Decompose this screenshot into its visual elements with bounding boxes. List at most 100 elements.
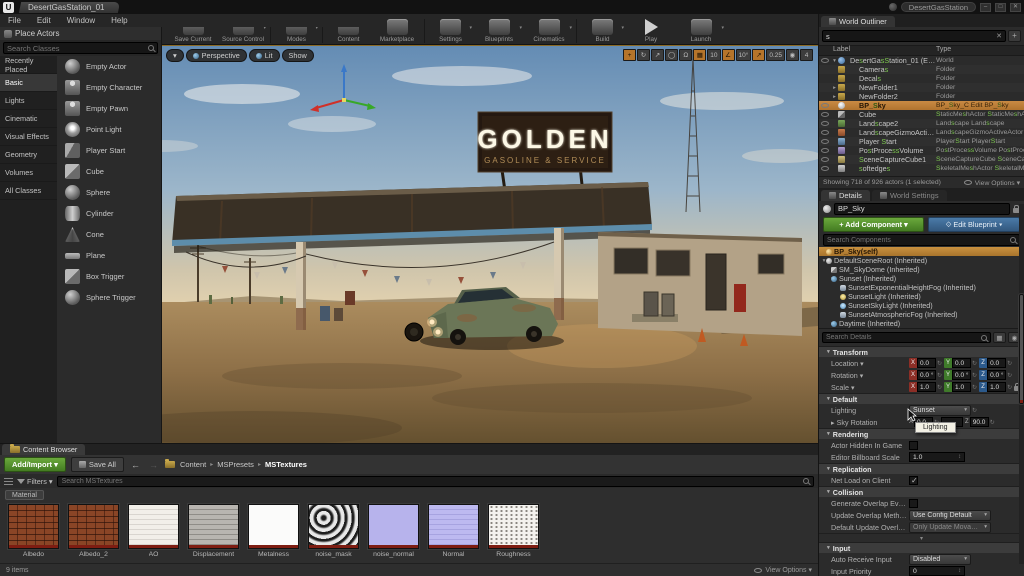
category-tab[interactable]: Volumes xyxy=(0,164,57,182)
asset-thumbnail[interactable] xyxy=(368,504,419,549)
snap-toolbar-button[interactable]: ↻ xyxy=(637,49,650,61)
billboard-scale-input[interactable]: 1.0↕ xyxy=(909,452,965,462)
component-row[interactable]: ▾ Sunset (Inherited) xyxy=(819,274,1024,283)
asset-thumbnail[interactable] xyxy=(8,504,59,549)
category-tab[interactable]: Lights xyxy=(0,92,57,110)
place-actor-item[interactable]: Plane xyxy=(57,245,161,266)
back-button[interactable]: ← xyxy=(129,460,142,470)
reset-icon[interactable]: ↻ xyxy=(972,384,977,391)
snap-toolbar-button[interactable]: ↗ xyxy=(651,49,664,61)
section-default[interactable]: Default xyxy=(819,393,1024,404)
scale-z[interactable]: 1.0 xyxy=(987,382,1006,392)
location-x[interactable]: 0.0 xyxy=(917,358,936,368)
rotation-label[interactable]: Rotation ▾ xyxy=(831,371,909,380)
toolbar-button[interactable]: ▾ Launch xyxy=(676,19,726,43)
toolbar-button[interactable]: ▾ Build xyxy=(576,19,626,43)
asset-thumbnail[interactable] xyxy=(188,504,239,549)
rotation-x[interactable]: 0.0 ° xyxy=(917,370,936,380)
lighting-label[interactable]: Lighting xyxy=(831,406,909,415)
show-flags-button[interactable]: Show xyxy=(282,49,314,62)
reset-icon[interactable]: ↻ xyxy=(937,360,942,367)
snap-toolbar-button[interactable]: 10° xyxy=(736,49,752,61)
location-y[interactable]: 0.0 xyxy=(952,358,971,368)
expander-icon[interactable]: ▾ xyxy=(819,276,831,282)
actor-hidden-checkbox[interactable] xyxy=(909,441,918,450)
expander-icon[interactable]: ▾ xyxy=(831,58,838,64)
auto-receive-input-label[interactable]: Auto Receive Input xyxy=(831,555,909,564)
auto-receive-input-dropdown[interactable]: Disabled▾ xyxy=(909,554,971,565)
clear-search-icon[interactable]: ✕ xyxy=(996,32,1002,40)
place-actors-search[interactable] xyxy=(3,42,158,54)
chevron-down-icon[interactable]: ▾ xyxy=(621,25,624,31)
snap-toolbar-button[interactable]: 0.25 xyxy=(766,49,785,61)
generate-overlap-checkbox[interactable] xyxy=(909,499,918,508)
snap-toolbar-button[interactable]: 4 xyxy=(800,49,813,61)
visibility-eye-icon[interactable] xyxy=(821,148,829,153)
maximize-button[interactable]: □ xyxy=(995,3,1006,12)
reset-icon[interactable]: ↻ xyxy=(937,372,942,379)
tab-details[interactable]: Details xyxy=(821,190,870,201)
snap-toolbar-button[interactable]: ▦ xyxy=(693,49,706,61)
location-label[interactable]: Location ▾ xyxy=(831,359,909,368)
filters-button[interactable]: Filters ▾ xyxy=(17,477,53,486)
place-actor-item[interactable]: Empty Character xyxy=(57,77,161,98)
search-details[interactable] xyxy=(822,332,991,343)
reset-icon[interactable]: ↻ xyxy=(972,372,977,379)
outliner-row[interactable]: SceneCaptureCube1 SceneCaptureCube Scene… xyxy=(819,155,1024,164)
reset-icon[interactable]: ↻ xyxy=(1007,384,1012,391)
asset-tile[interactable]: noise_mask xyxy=(306,504,361,560)
expander-icon[interactable]: ▾ xyxy=(819,258,826,264)
asset-thumbnail[interactable] xyxy=(488,504,539,549)
property-matrix-button[interactable]: ▦ xyxy=(993,332,1006,343)
billboard-scale-label[interactable]: Editor Billboard Scale xyxy=(831,453,909,462)
expander-icon[interactable]: ▸ xyxy=(831,94,838,100)
section-collision[interactable]: Collision xyxy=(819,486,1024,497)
save-all-button[interactable]: Save All xyxy=(71,457,124,472)
asset-tile[interactable]: Albedo xyxy=(6,504,61,560)
expander-icon[interactable]: ▸ xyxy=(831,85,838,91)
category-tab[interactable]: Geometry xyxy=(0,146,57,164)
asset-tile[interactable]: noise_normal xyxy=(366,504,421,560)
input-priority-label[interactable]: Input Priority xyxy=(831,567,909,576)
component-row[interactable]: BP_Sky(self) xyxy=(819,247,1024,256)
place-actor-item[interactable]: Cube xyxy=(57,161,161,182)
asset-thumbnail[interactable] xyxy=(428,504,479,549)
asset-search[interactable] xyxy=(57,476,814,487)
snap-toolbar-button[interactable]: Ω xyxy=(679,49,692,61)
breadcrumb-item[interactable]: MSTextures xyxy=(265,460,307,469)
toolbar-button[interactable]: ▾ Settings xyxy=(424,19,474,43)
category-tab[interactable]: Basic xyxy=(0,74,57,92)
input-priority-input[interactable]: 0↕ xyxy=(909,566,965,576)
actor-name-field[interactable] xyxy=(834,203,1010,215)
outliner-filter-button[interactable]: + xyxy=(1008,30,1021,42)
outliner-row[interactable]: Player Start PlayerStart PlayerStart xyxy=(819,137,1024,146)
minimize-button[interactable]: – xyxy=(980,3,991,12)
visibility-eye-icon[interactable] xyxy=(821,112,829,117)
outliner-row[interactable]: ▸ NewFolder1 Folder xyxy=(819,83,1024,92)
place-actor-item[interactable]: Cylinder xyxy=(57,203,161,224)
outliner-search[interactable]: ✕ xyxy=(822,30,1006,42)
viewport-options-button[interactable]: ▾ xyxy=(166,49,184,62)
asset-search-input[interactable] xyxy=(62,478,803,485)
visibility-eye-icon[interactable] xyxy=(821,166,829,171)
spinner-icon[interactable]: ↕ xyxy=(958,568,961,574)
tab-content-browser[interactable]: Content Browser xyxy=(2,444,85,455)
component-row[interactable]: SM_SkyDome (Inherited) xyxy=(819,265,1024,274)
details-scrollbar[interactable] xyxy=(1019,204,1024,564)
scale-label[interactable]: Scale ▾ xyxy=(831,383,909,392)
component-row[interactable]: ▾ DefaultSceneRoot (Inherited) xyxy=(819,256,1024,265)
reset-icon[interactable]: ↻ xyxy=(937,384,942,391)
search-classes-input[interactable] xyxy=(7,44,146,53)
toolbar-button[interactable]: ▾ Cinematics xyxy=(524,19,574,43)
close-button[interactable]: ✕ xyxy=(1010,3,1021,12)
snap-toolbar-button[interactable]: 10 xyxy=(707,49,720,61)
outliner-search-input[interactable] xyxy=(826,32,993,41)
expander-icon[interactable]: ▸ xyxy=(819,321,831,327)
toolbar-button[interactable]: ▾ Blueprints xyxy=(474,19,524,43)
add-component-button[interactable]: + Add Component ▾ xyxy=(823,217,924,232)
outliner-row[interactable]: BP_Sky BP_Sky_C Edit BP_Sky xyxy=(819,101,1024,110)
search-details-input[interactable] xyxy=(826,334,978,341)
place-actor-item[interactable]: Box Trigger xyxy=(57,266,161,287)
visibility-eye-icon[interactable] xyxy=(821,139,829,144)
asset-tile[interactable]: Metalness xyxy=(246,504,301,560)
